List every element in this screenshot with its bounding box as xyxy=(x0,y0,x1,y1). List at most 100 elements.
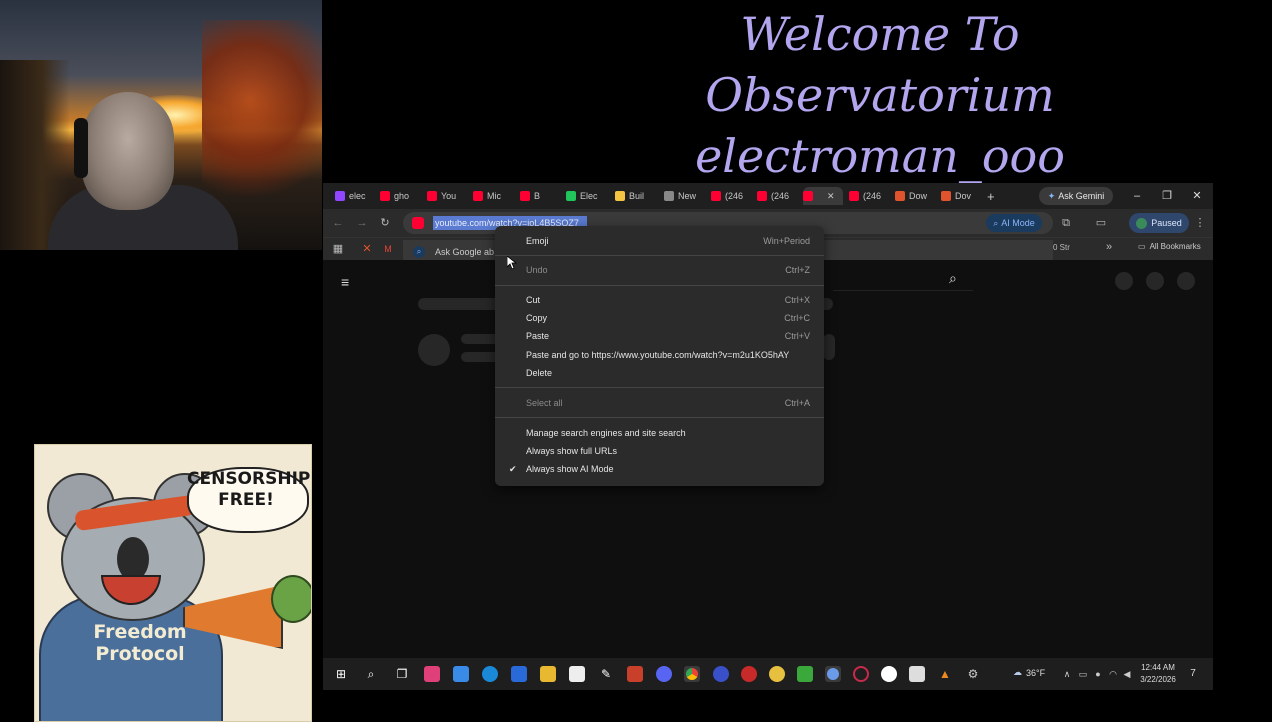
menu-separator xyxy=(495,387,824,388)
vlc-icon[interactable]: ▲ xyxy=(937,666,953,682)
tray-chevron-icon[interactable]: ∧ xyxy=(1059,666,1075,682)
bookmark-gmail-icon[interactable]: M xyxy=(381,242,395,256)
tab-search-icon[interactable]: ▭ xyxy=(1094,216,1108,230)
menu-item-manage-search-engines[interactable]: Manage search engines and site search xyxy=(495,424,824,442)
menu-item-paste[interactable]: Paste Ctrl+V xyxy=(495,327,824,345)
windows-start-icon[interactable]: ⊞ xyxy=(333,666,349,682)
avatar xyxy=(1136,217,1148,229)
microphone-icon[interactable]: ● xyxy=(1090,666,1106,682)
notepad-icon[interactable]: ✎ xyxy=(598,666,614,682)
emoji-icon xyxy=(615,191,625,201)
search-icon[interactable]: ⌕ xyxy=(949,270,957,287)
tab-label: (246 xyxy=(725,191,744,201)
tab[interactable]: Elec xyxy=(566,187,606,205)
tab[interactable]: (246 xyxy=(849,187,889,205)
menu-item-delete[interactable]: Delete xyxy=(495,364,824,382)
app-icon[interactable] xyxy=(424,666,440,682)
search-icon[interactable]: ⌕ xyxy=(363,666,379,682)
menu-item-select-all[interactable]: Select all Ctrl+A xyxy=(495,394,824,412)
tab[interactable]: Dov xyxy=(941,187,981,205)
frog-icon xyxy=(271,575,311,623)
tab[interactable]: (246 xyxy=(711,187,751,205)
app-icon[interactable] xyxy=(853,666,869,682)
menu-item-emoji[interactable]: Emoji Win+Period xyxy=(495,232,824,250)
minimize-button[interactable]: – xyxy=(1128,187,1146,205)
tab[interactable]: Dow xyxy=(895,187,935,205)
all-bookmarks-label: All Bookmarks xyxy=(1149,242,1201,251)
tab[interactable]: New xyxy=(664,187,704,205)
gemini-icon: ✦ xyxy=(1047,190,1056,201)
chrome-icon[interactable] xyxy=(684,666,700,682)
menu-separator xyxy=(495,255,824,256)
tab[interactable]: B xyxy=(520,187,560,205)
app-icon[interactable] xyxy=(825,666,841,682)
menu-kebab-icon[interactable]: ⋮ xyxy=(1193,216,1207,230)
app-icon[interactable] xyxy=(511,666,527,682)
tab-label: (246 xyxy=(863,191,882,201)
tab[interactable]: ✕ xyxy=(803,187,843,205)
x-green-icon xyxy=(566,191,576,201)
tab[interactable]: (246 xyxy=(757,187,797,205)
menu-item-show-full-urls[interactable]: Always show full URLs xyxy=(495,442,824,460)
tab[interactable]: gho xyxy=(380,187,420,205)
youtube-icon xyxy=(711,191,721,201)
skeleton-icon xyxy=(1115,272,1133,290)
reload-icon[interactable]: ↻ xyxy=(378,216,392,230)
ask-gemini-button[interactable]: ✦ Ask Gemini xyxy=(1039,187,1113,205)
copilot-icon[interactable] xyxy=(453,666,469,682)
x-orange-icon xyxy=(895,191,905,201)
app-icon[interactable] xyxy=(627,666,643,682)
tab[interactable]: elec xyxy=(335,187,375,205)
weather-widget[interactable]: ☁ 36°F xyxy=(1013,667,1045,678)
restore-button[interactable]: ❐ xyxy=(1158,187,1176,205)
clock-date: 3/22/2026 xyxy=(1140,675,1176,684)
tab[interactable]: Mic xyxy=(473,187,513,205)
menu-item-copy[interactable]: Copy Ctrl+C xyxy=(495,309,824,327)
tab-label: Buil xyxy=(629,191,645,201)
skeleton-block xyxy=(823,334,835,360)
new-tab-button[interactable]: + xyxy=(987,187,1001,205)
close-window-button[interactable]: ✕ xyxy=(1188,187,1206,205)
close-tab-icon[interactable]: ✕ xyxy=(827,191,835,202)
extensions-icon[interactable]: ⧉ xyxy=(1059,216,1073,230)
settings-gear-icon[interactable]: ⚙ xyxy=(965,666,981,682)
skeleton-icon xyxy=(1146,272,1164,290)
context-menu: Emoji Win+Period Undo Ctrl+Z Cut Ctrl+X … xyxy=(495,226,824,486)
globe-icon xyxy=(664,191,674,201)
tab[interactable]: You xyxy=(427,187,467,205)
bookmark-x-icon[interactable]: ✕ xyxy=(360,242,374,256)
menu-item-cut[interactable]: Cut Ctrl+X xyxy=(495,291,824,309)
profile-button[interactable]: Paused xyxy=(1129,213,1189,233)
ai-mode-button[interactable]: ⌕ AI Mode xyxy=(986,214,1042,232)
forward-icon[interactable]: → xyxy=(355,216,369,230)
youtube-icon xyxy=(757,191,767,201)
app-icon[interactable] xyxy=(797,666,813,682)
hamburger-menu-icon[interactable]: ≡ xyxy=(341,274,349,290)
discord-icon[interactable] xyxy=(656,666,672,682)
tab-label: Dov xyxy=(955,191,972,201)
task-view-icon[interactable]: ❐ xyxy=(394,666,410,682)
app-icon[interactable] xyxy=(909,666,925,682)
tab-label: (246 xyxy=(771,191,790,201)
clock[interactable]: 12:44 AM 3/22/2026 xyxy=(1133,662,1183,686)
apps-grid-icon[interactable]: ▦ xyxy=(331,242,345,256)
store-icon[interactable] xyxy=(569,666,585,682)
back-icon[interactable]: ← xyxy=(331,216,345,230)
edge-icon[interactable] xyxy=(482,666,498,682)
bookmark-overflow-label[interactable]: 0 Str xyxy=(1053,243,1070,252)
notification-icon[interactable]: 7 xyxy=(1185,666,1201,682)
bookmarks-chevron-icon[interactable]: » xyxy=(1106,241,1112,253)
x-orange-icon xyxy=(941,191,951,201)
menu-item-paste-and-go[interactable]: Paste and go to https://www.youtube.com/… xyxy=(495,346,824,364)
opera-icon[interactable] xyxy=(741,666,757,682)
app-icon[interactable] xyxy=(769,666,785,682)
menu-item-show-ai-mode[interactable]: ✔ Always show AI Mode xyxy=(495,460,824,478)
all-bookmarks-button[interactable]: ▭ All Bookmarks xyxy=(1138,242,1201,251)
app-icon[interactable] xyxy=(713,666,729,682)
file-explorer-icon[interactable] xyxy=(540,666,556,682)
tray-app-icon[interactable]: ▭ xyxy=(1075,666,1091,682)
app-icon[interactable] xyxy=(881,666,897,682)
tab-label: Mic xyxy=(487,191,501,201)
menu-item-undo[interactable]: Undo Ctrl+Z xyxy=(495,261,824,279)
tab[interactable]: Buil xyxy=(615,187,655,205)
